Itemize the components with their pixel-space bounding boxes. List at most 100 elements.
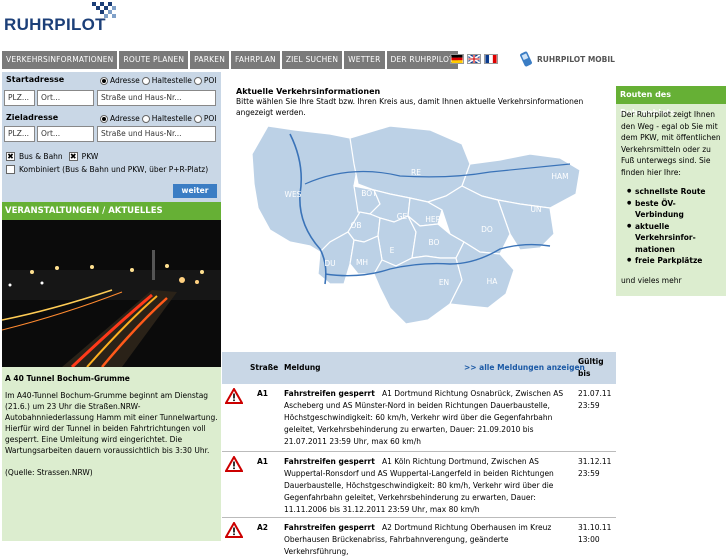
tunnel-night-photo: [2, 220, 221, 367]
ziel-ort-input[interactable]: Ort...: [37, 126, 94, 142]
row-meldung: Fahrstreifen gesperrt A1 Dortmund Richtu…: [284, 388, 570, 448]
pkw-checkbox[interactable]: ✖: [68, 152, 78, 161]
row-valid-until: 31.12.11 23:59: [578, 456, 611, 480]
radio-label: Haltestelle: [151, 76, 192, 85]
row-strasse: A1: [257, 457, 269, 466]
warning-icon: [225, 522, 243, 538]
nav-route-planen[interactable]: ROUTE PLANEN: [119, 51, 189, 69]
right-panel: Routen des Ruhrgebiets Der Ruhrpilot zei…: [616, 86, 726, 296]
traffic-info-subtitle: Bitte wählen Sie Ihre Stadt bzw. Ihren K…: [236, 97, 584, 117]
nav-wetter[interactable]: WETTER: [344, 51, 385, 69]
map-region-wes[interactable]: [251, 125, 361, 253]
radio-label: Haltestelle: [151, 114, 192, 123]
row-strasse: A1: [257, 389, 269, 398]
warning-icon: [225, 388, 243, 404]
map-label-ob: OB: [350, 221, 361, 230]
nav-parken[interactable]: PARKEN: [190, 51, 230, 69]
traffic-info-title: Aktuelle Verkehrsinformationen: [236, 87, 381, 96]
start-radio-haltestelle[interactable]: [141, 76, 150, 85]
traffic-messages-table: Straße Meldung >> alle Meldungen anzeige…: [222, 352, 616, 558]
feature-list: schnellste Route beste ÖV-Verbindung akt…: [627, 186, 721, 267]
map-region-en[interactable]: [373, 255, 463, 325]
map-label-du: DU: [324, 259, 335, 268]
ziel-type-radios: Adresse Haltestelle POI: [98, 114, 217, 123]
right-outro: und vieles mehr: [621, 275, 682, 285]
french-flag-icon[interactable]: [484, 54, 498, 64]
table-row[interactable]: A1 Fahrstreifen gesperrt A1 Dortmund Ric…: [222, 384, 616, 452]
ruhrpilot-mobil-link[interactable]: RUHRPILOT MOBIL: [519, 51, 615, 67]
transport-options: ✖ Bus & Bahn ✖ PKW: [6, 152, 98, 161]
ruhrpilot-logo[interactable]: RUHRPILOT: [4, 2, 124, 38]
col-gueltig-header: Gültig bis: [578, 357, 604, 378]
right-panel-header: Routen des Ruhrgebiets: [616, 86, 726, 117]
map-label-un: UN: [530, 205, 541, 214]
start-ort-input[interactable]: Ort...: [37, 90, 94, 106]
map-label-ge: GE: [397, 212, 408, 221]
bus-label: Bus & Bahn: [19, 152, 63, 161]
row-strasse: A2: [257, 523, 269, 532]
events-header: VERANSTALTUNGEN / AKTUELLES: [2, 202, 221, 220]
map-label-mh: MH: [356, 258, 368, 267]
event-body: Im A40-Tunnel Bochum-Grumme beginnt am D…: [5, 391, 218, 455]
right-intro: Der Ruhrpilot zeigt Ihnen den Weg - egal…: [621, 110, 721, 177]
nav-verkehrsinformationen[interactable]: VERKEHRSINFORMATIONEN: [2, 51, 118, 69]
start-plz-input[interactable]: PLZ...: [4, 90, 35, 106]
feature-item: aktuelle Verkehrsinfor-mationen: [627, 221, 721, 256]
event-article: A 40 Tunnel Bochum-Grumme Im A40-Tunnel …: [2, 367, 221, 541]
radio-label: POI: [203, 76, 217, 85]
ziel-strasse-input[interactable]: Straße und Haus-Nr...: [97, 126, 216, 142]
nav-ziel-suchen[interactable]: ZIEL SUCHEN: [281, 51, 343, 69]
bus-checkbox[interactable]: ✖: [6, 152, 15, 161]
row-meldung: Fahrstreifen gesperrt A1 Köln Richtung D…: [284, 456, 570, 516]
ziel-radio-adresse[interactable]: [100, 114, 108, 123]
map-label-do: DO: [481, 225, 493, 234]
route-form: Startadresse Adresse Haltestelle POI PLZ…: [2, 72, 221, 202]
row-date: 31.12.11: [578, 457, 612, 466]
kombiniert-label: Kombiniert (Bus & Bahn und PKW, über P+R…: [19, 165, 209, 174]
ziel-radio-haltestelle[interactable]: [141, 114, 150, 123]
map-label-bo: BO: [429, 238, 440, 247]
map-label-ham: HAM: [551, 172, 568, 181]
german-flag-icon[interactable]: [450, 54, 464, 64]
pkw-label: PKW: [81, 152, 99, 161]
ruhr-region-map: RE HAM WES BOT GE HER UN DO OB E BO DU M…: [251, 125, 581, 325]
weiter-button[interactable]: weiter: [173, 184, 217, 198]
start-strasse-input[interactable]: Straße und Haus-Nr...: [97, 90, 216, 106]
start-radio-adresse[interactable]: [100, 76, 108, 85]
row-time: 13:00: [578, 535, 600, 544]
ziel-plz-input[interactable]: PLZ...: [4, 126, 35, 142]
row-valid-until: 21.07.11 23:59: [578, 388, 611, 412]
feature-item: freie Parkplätze: [627, 255, 721, 267]
right-panel-body: Der Ruhrpilot zeigt Ihnen den Weg - egal…: [616, 104, 726, 291]
row-title: Fahrstreifen gesperrt: [284, 457, 375, 466]
row-date: 21.07.11: [578, 389, 612, 398]
row-time: 23:59: [578, 469, 600, 478]
feature-item: beste ÖV-Verbindung: [627, 198, 721, 221]
row-meldung: Fahrstreifen gesperrt A2 Dortmund Richtu…: [284, 522, 570, 558]
mobile-label: RUHRPILOT MOBIL: [537, 54, 615, 64]
map-label-e: E: [390, 246, 395, 255]
kombiniert-checkbox[interactable]: [6, 165, 15, 174]
event-source: (Quelle: Strassen.NRW): [5, 468, 93, 477]
english-flag-icon[interactable]: [467, 54, 481, 64]
nav-fahrplan[interactable]: FAHRPLAN: [231, 51, 280, 69]
kombiniert-option: Kombiniert (Bus & Bahn und PKW, über P+R…: [6, 165, 208, 174]
main-nav: VERKEHRSINFORMATIONEN ROUTE PLANEN PARKE…: [2, 51, 460, 69]
traffic-info-section: Aktuelle Verkehrsinformationen Bitte wäh…: [236, 87, 614, 118]
start-radio-poi[interactable]: [193, 76, 202, 85]
nav-der-ruhrpilot[interactable]: DER RUHRPILOT: [386, 51, 458, 69]
start-label: Startadresse: [6, 75, 65, 84]
ziel-radio-poi[interactable]: [193, 114, 202, 123]
all-messages-link[interactable]: >> alle Meldungen anzeigen: [464, 363, 585, 372]
row-date: 31.10.11: [578, 523, 612, 532]
row-time: 23:59: [578, 401, 600, 410]
table-row[interactable]: A1 Fahrstreifen gesperrt A1 Köln Richtun…: [222, 452, 616, 518]
row-title: Fahrstreifen gesperrt: [284, 389, 375, 398]
table-row[interactable]: A2 Fahrstreifen gesperrt A2 Dortmund Ric…: [222, 518, 616, 558]
map-label-re: RE: [411, 168, 421, 177]
event-title[interactable]: A 40 Tunnel Bochum-Grumme: [5, 373, 218, 384]
night-highway-image: [2, 220, 221, 367]
radio-label: POI: [203, 114, 217, 123]
table-header: Straße Meldung >> alle Meldungen anzeige…: [222, 352, 616, 384]
map-label-bot: BOT: [361, 189, 377, 198]
